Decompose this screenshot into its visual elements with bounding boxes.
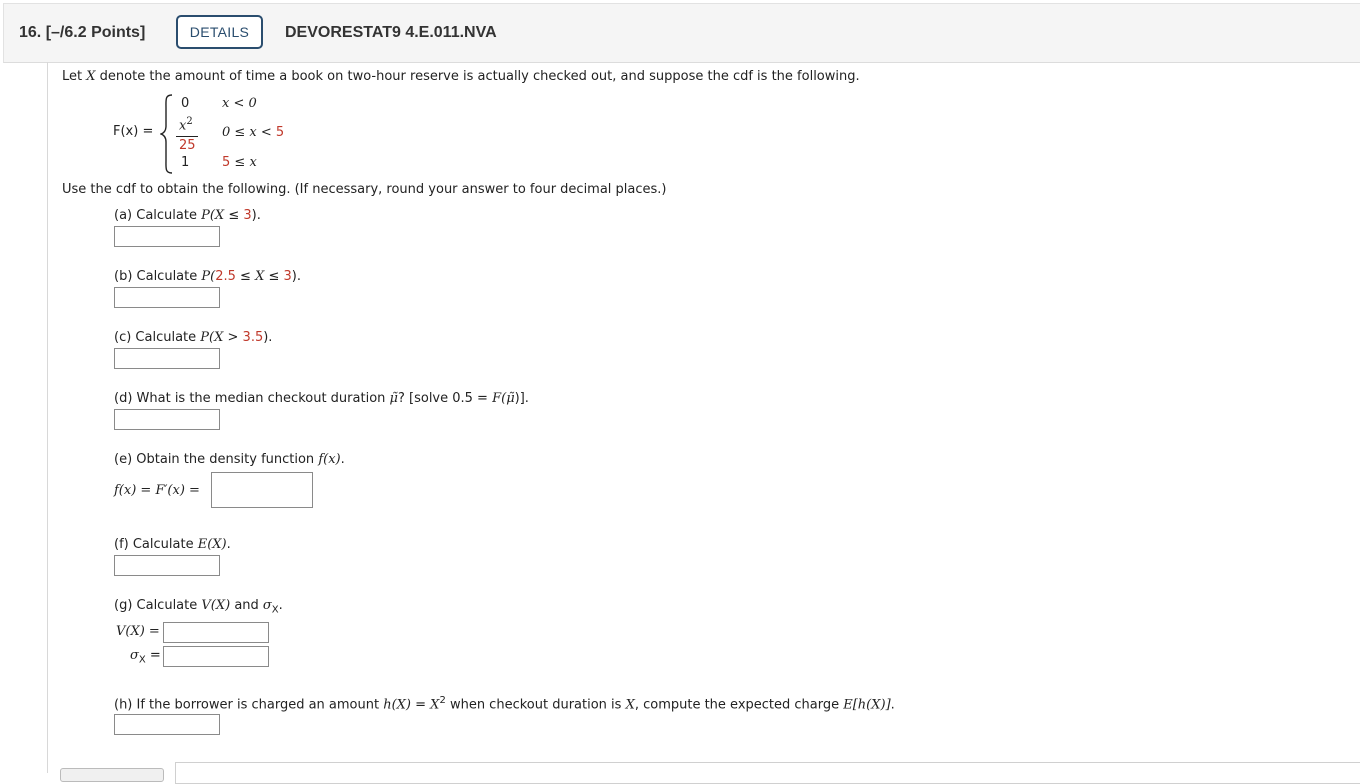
part-h-answer-input[interactable] — [114, 714, 220, 735]
content-left-border — [47, 62, 48, 773]
part-b-prompt: (b) Calculate P(2.5 ≤ X ≤ 3). — [114, 269, 302, 284]
part-a-prompt: (a) Calculate P(X ≤ 3). — [114, 208, 261, 223]
part-c-prompt: (c) Calculate P(X > 3.5). — [114, 330, 273, 345]
cdf-row3-value: 1 — [181, 155, 190, 170]
part-b-answer-input[interactable] — [114, 287, 220, 308]
part-d-answer-input[interactable] — [114, 409, 220, 430]
part-e-density-input[interactable] — [211, 472, 313, 508]
cdf-row2-condition: 0 ≤ x < 5 — [222, 125, 285, 140]
part-a-answer-input[interactable] — [114, 226, 220, 247]
details-button[interactable]: DETAILS — [176, 15, 263, 49]
cdf-row2-numerator: x2 — [179, 116, 193, 134]
bottom-action-button[interactable] — [60, 768, 164, 782]
cdf-row1-value: 0 — [181, 96, 190, 111]
part-g-sigma-input[interactable] — [163, 646, 269, 667]
bottom-panel — [175, 762, 1360, 784]
fraction-bar — [176, 136, 198, 137]
part-e-formula-label: f(x) = F′(x) = — [114, 483, 200, 498]
part-e-prompt: (e) Obtain the density function f(x). — [114, 452, 345, 467]
intro-text: Let X denote the amount of time a book o… — [62, 69, 860, 84]
question-code: DEVORESTAT9 4.E.011.NVA — [285, 24, 497, 41]
part-g-variance-label: V(X) = — [116, 624, 160, 639]
cdf-row1-condition: x < 0 — [222, 96, 257, 111]
left-brace-icon — [160, 94, 173, 174]
question-header: 16. [–/6.2 Points] DETAILS DEVORESTAT9 4… — [3, 3, 1360, 63]
part-c-answer-input[interactable] — [114, 348, 220, 369]
part-g-variance-input[interactable] — [163, 622, 269, 643]
cdf-row2-denominator: 25 — [179, 138, 196, 153]
part-f-answer-input[interactable] — [114, 555, 220, 576]
cdf-lhs: F(x) = — [113, 124, 154, 139]
part-d-prompt: (d) What is the median checkout duration… — [114, 391, 529, 406]
part-g-sigma-label: σX = — [130, 648, 161, 666]
question-number-points: 16. [–/6.2 Points] — [19, 24, 146, 41]
part-h-prompt: (h) If the borrower is charged an amount… — [114, 695, 895, 713]
instructions-text: Use the cdf to obtain the following. (If… — [62, 182, 667, 197]
cdf-row3-condition: 5 ≤ x — [222, 155, 257, 170]
part-f-prompt: (f) Calculate E(X). — [114, 537, 231, 552]
part-g-prompt: (g) Calculate V(X) and σX. — [114, 598, 283, 616]
